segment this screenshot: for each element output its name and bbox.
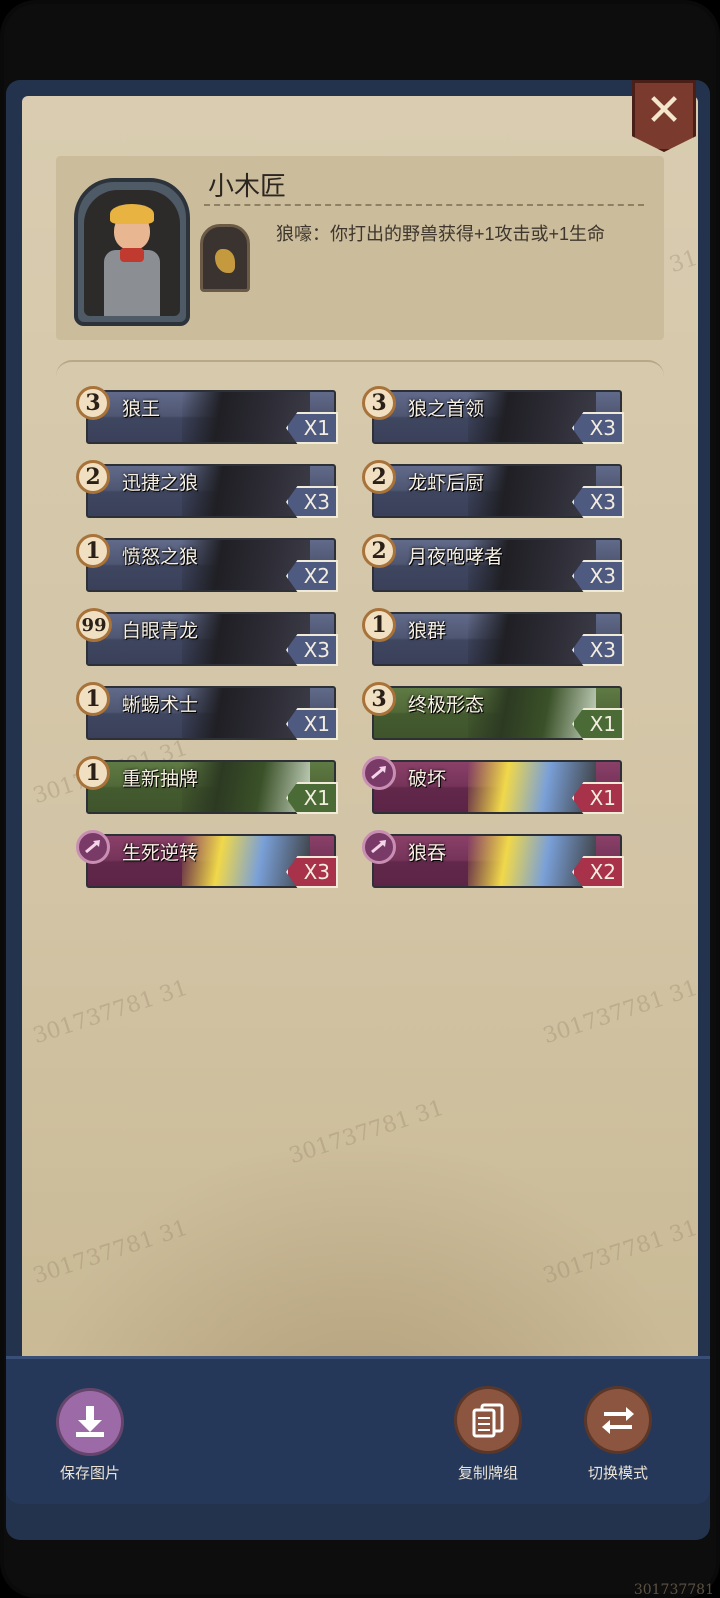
portrait-scarf — [120, 248, 144, 262]
card-name: 破坏 — [408, 769, 447, 790]
portrait-hair — [110, 204, 154, 224]
cost-badge: 1 — [76, 682, 110, 716]
card-name: 终极形态 — [408, 695, 485, 716]
download-icon — [76, 1406, 104, 1437]
cost-badge: 3 — [362, 386, 396, 420]
card-art — [468, 466, 596, 516]
card-name: 狼吞 — [408, 843, 447, 864]
save-image-button[interactable] — [56, 1388, 124, 1456]
deck-card[interactable]: 破坏 X1 — [362, 756, 624, 814]
deck-card[interactable]: 生死逆转 X3 — [76, 830, 338, 888]
hero-divider — [204, 204, 644, 206]
deck-card[interactable]: 狼之首领 3 X3 — [362, 386, 624, 444]
card-art — [468, 688, 596, 738]
switch-mode-label: 切换模式 — [587, 1465, 648, 1482]
card-name: 狼群 — [408, 621, 447, 642]
card-name: 生死逆转 — [122, 843, 199, 864]
card-art — [468, 836, 596, 886]
card-name: 重新抽牌 — [122, 769, 199, 790]
copy-deck-button[interactable] — [454, 1386, 522, 1454]
deck-card[interactable]: 狼群 1 X3 — [362, 608, 624, 666]
deck-card[interactable]: 龙虾后厨 2 X3 — [362, 460, 624, 518]
deck-card[interactable]: 狼吞 X2 — [362, 830, 624, 888]
cost-badge: 2 — [362, 534, 396, 568]
cost-badge: 3 — [362, 682, 396, 716]
hero-portrait — [84, 190, 180, 316]
ornament-divider — [56, 360, 664, 376]
swap-arrows-icon — [602, 1407, 634, 1434]
card-art — [182, 540, 310, 590]
cost-badge: 1 — [362, 608, 396, 642]
cost-badge: 2 — [362, 460, 396, 494]
card-art — [182, 688, 310, 738]
card-art — [182, 762, 310, 812]
card-name: 龙虾后厨 — [408, 473, 485, 494]
cost-badge: 2 — [76, 460, 110, 494]
card-art — [468, 762, 596, 812]
copy-deck-label: 复制牌组 — [457, 1465, 518, 1482]
card-art — [468, 392, 596, 442]
cost-badge: 1 — [76, 534, 110, 568]
cost-badge: 1 — [76, 756, 110, 790]
deck-card[interactable]: 月夜咆哮者 2 X3 — [362, 534, 624, 592]
card-name: 狼之首领 — [408, 399, 485, 420]
card-art — [182, 836, 310, 886]
card-name: 迅捷之狼 — [122, 473, 199, 494]
copy-icon — [472, 1403, 504, 1438]
cost-badge: 3 — [76, 386, 110, 420]
spell-icon — [362, 756, 396, 790]
deck-card[interactable]: 白眼青龙 99 X3 — [76, 608, 338, 666]
card-name: 狼王 — [122, 399, 161, 420]
card-name: 愤怒之狼 — [122, 547, 199, 568]
spell-icon — [76, 830, 110, 864]
deck-card[interactable]: 终极形态 3 X1 — [362, 682, 624, 740]
deck-card[interactable]: 迅捷之狼 2 X3 — [76, 460, 338, 518]
deck-card[interactable]: 愤怒之狼 1 X2 — [76, 534, 338, 592]
card-art — [182, 466, 310, 516]
card-art — [182, 614, 310, 664]
card-art — [182, 392, 310, 442]
spell-icon — [362, 830, 396, 864]
cost-badge: 99 — [76, 608, 112, 642]
wolf-howl-skill-icon[interactable] — [200, 224, 250, 292]
card-name: 月夜咆哮者 — [408, 547, 504, 568]
hero-skill-text: 狼嚎：你打出的野兽获得+1攻击或+1生命 — [276, 224, 606, 244]
card-art — [468, 614, 596, 664]
switch-mode-button[interactable] — [584, 1386, 652, 1454]
deck-card[interactable]: 狼王 3 X1 — [76, 386, 338, 444]
close-icon: ✕ — [645, 86, 683, 135]
corner-watermark: 301737781 — [633, 1582, 714, 1598]
deck-card[interactable]: 蜥蜴术士 1 X1 — [76, 682, 338, 740]
card-name: 蜥蜴术士 — [122, 695, 199, 716]
card-name: 白眼青龙 — [122, 621, 199, 642]
deck-card[interactable]: 重新抽牌 1 X1 — [76, 756, 338, 814]
hero-name: 小木匠 — [208, 171, 287, 201]
save-image-label: 保存图片 — [59, 1465, 120, 1482]
